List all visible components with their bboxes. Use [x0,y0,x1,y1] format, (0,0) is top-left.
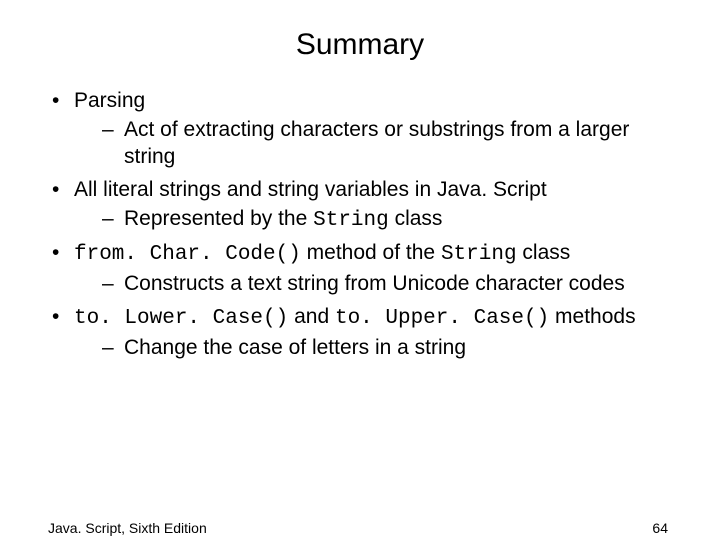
footer-left: Java. Script, Sixth Edition [48,520,207,536]
text-span: Constructs a text string from Unicode ch… [124,272,625,295]
code-span: to. Lower. Case() [74,307,288,330]
sub-list-item: Represented by the String class [74,206,672,235]
text-span: class [389,207,443,230]
list-item: Parsing Act of extracting characters or s… [48,88,672,171]
slide-title: Summary [0,28,720,62]
sub-list: Change the case of letters in a string [74,335,672,362]
text-span: and [288,305,335,328]
sub-list-item: Act of extracting characters or substrin… [74,117,672,171]
list-item: to. Lower. Case() and to. Upper. Case() … [48,304,672,362]
code-span: from. Char. Code() [74,243,301,266]
text-span: method of the [301,241,441,264]
sub-list-item: Change the case of letters in a string [74,335,672,362]
bullet-list: Parsing Act of extracting characters or s… [48,88,672,362]
text-span: Change the case of letters in a string [124,336,466,359]
sub-list: Constructs a text string from Unicode ch… [74,271,672,298]
code-span: to. Upper. Case() [335,307,549,330]
sub-list-item: Constructs a text string from Unicode ch… [74,271,672,298]
text-span: Act of extracting characters or substrin… [124,118,629,168]
list-item: from. Char. Code() method of the String … [48,240,672,298]
slide: Summary Parsing Act of extracting charact… [0,28,720,540]
footer-right: 64 [652,520,668,536]
sub-list: Act of extracting characters or substrin… [74,117,672,171]
code-span: String [313,209,389,232]
slide-content: Parsing Act of extracting characters or s… [0,88,720,362]
text-span: Parsing [74,89,145,112]
sub-list: Represented by the String class [74,206,672,235]
list-item: All literal strings and string variables… [48,177,672,235]
text-span: class [517,241,571,264]
code-span: String [441,243,517,266]
text-span: Represented by the [124,207,313,230]
text-span: All literal strings and string variables… [74,178,547,201]
text-span: methods [549,305,635,328]
